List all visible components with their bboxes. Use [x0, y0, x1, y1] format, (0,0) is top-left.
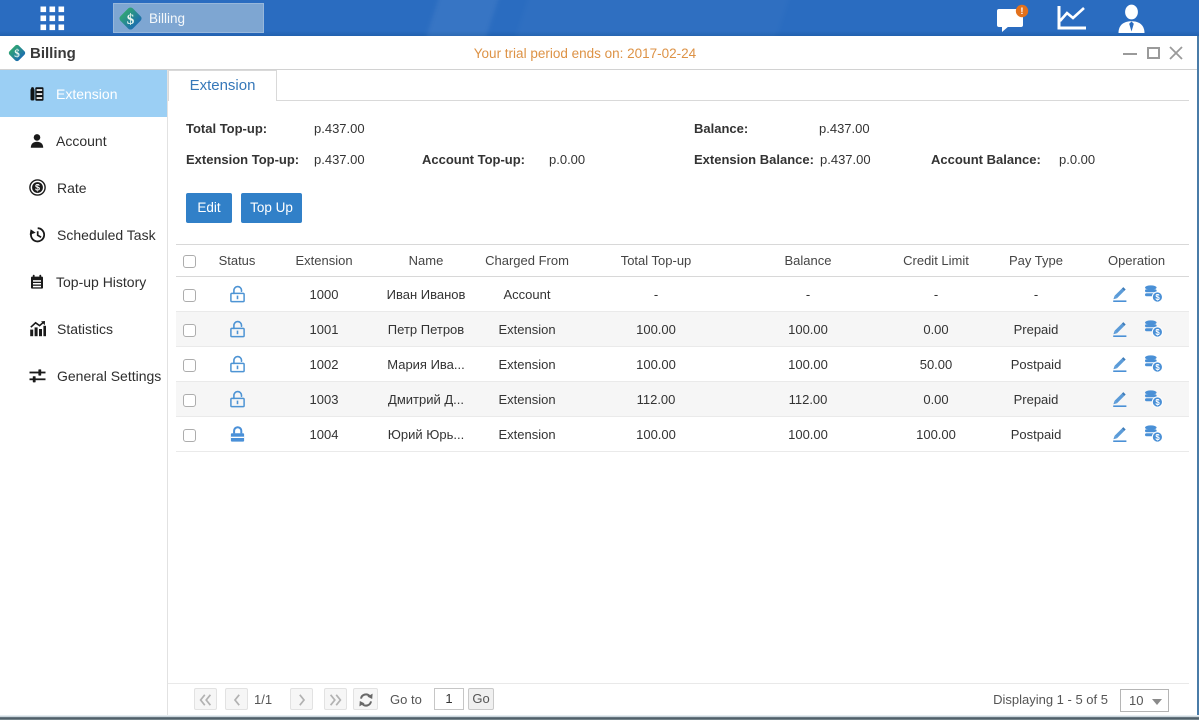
svg-text:$: $: [14, 48, 20, 60]
svg-text:$: $: [35, 183, 40, 193]
svg-text:$: $: [127, 12, 135, 28]
svg-text:!: !: [1020, 6, 1023, 17]
